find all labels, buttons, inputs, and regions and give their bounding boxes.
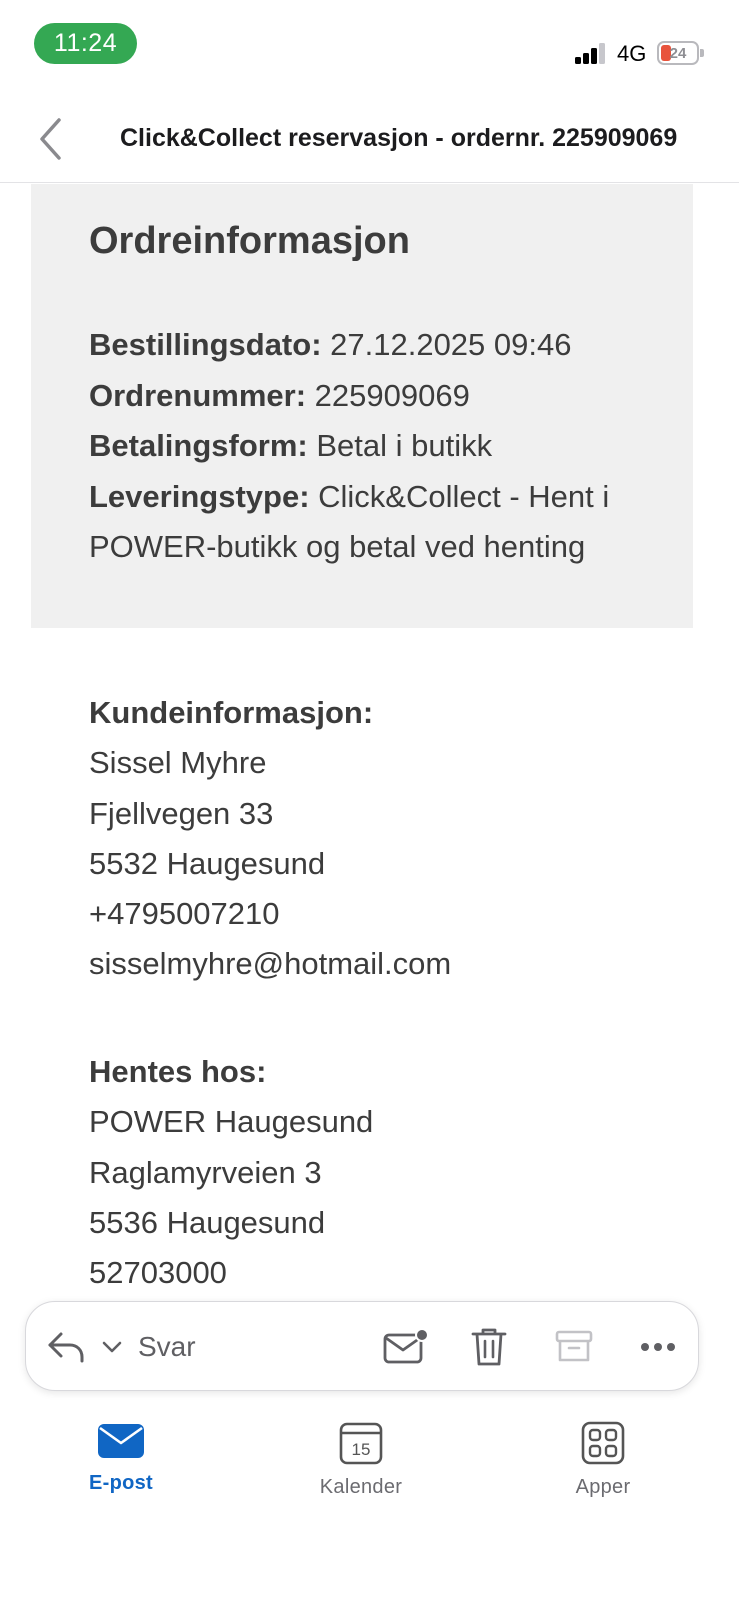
mail-unread-icon: [383, 1328, 428, 1364]
message-header: Click&Collect reservasjon - ordernr. 225…: [0, 90, 739, 183]
tab-apps-label: Apper: [575, 1476, 631, 1498]
tab-calendar[interactable]: 15 Kalender: [291, 1420, 431, 1499]
signal-icon: [575, 42, 607, 64]
calendar-icon: 15: [339, 1422, 383, 1465]
pickup-street: Raglamyrveien 3: [89, 1154, 322, 1190]
pickup-postal: 5536 Haugesund: [89, 1204, 326, 1240]
order-number-row: Ordrenummer: 225909069: [89, 377, 470, 413]
order-info-fields: Bestillingsdato: 27.12.2025 09:46 Ordren…: [89, 320, 659, 573]
pickup-info: Hentes hos: POWER Haugesund Raglamyrveie…: [89, 1047, 689, 1298]
status-time: 11:24: [34, 23, 137, 64]
archive-button[interactable]: [551, 1322, 597, 1372]
status-bar: 11:24 4G 24: [0, 0, 739, 90]
tab-mail[interactable]: E-post: [51, 1420, 191, 1495]
apps-icon: [581, 1421, 625, 1465]
order-date-row: Bestillingsdato: 27.12.2025 09:46: [89, 327, 572, 362]
archive-icon: [555, 1330, 593, 1362]
payment-method-row: Betalingsform: Betal i butikk: [89, 428, 493, 463]
battery-level: 24: [669, 44, 687, 62]
tab-mail-label: E-post: [88, 1472, 154, 1494]
more-options-button[interactable]: [635, 1322, 681, 1372]
pickup-heading: Hentes hos:: [89, 1054, 267, 1089]
order-info-title: Ordreinformasjon: [89, 220, 410, 262]
trash-icon: [471, 1328, 507, 1366]
tab-apps[interactable]: Apper: [533, 1420, 673, 1499]
tab-bar: E-post 15 Kalender Apper: [0, 1400, 739, 1600]
mark-unread-button[interactable]: [382, 1322, 428, 1372]
customer-info-heading: Kundeinformasjon:: [89, 695, 374, 730]
delete-button[interactable]: [466, 1322, 512, 1372]
back-button[interactable]: [30, 115, 70, 163]
customer-postal: 5532 Haugesund: [89, 845, 326, 881]
delivery-type-row: Leveringstype: Click&Collect - Hent i: [89, 478, 610, 514]
chevron-left-icon: [40, 118, 61, 160]
chevron-down-icon[interactable]: [100, 1339, 124, 1355]
reply-label: Svar: [138, 1331, 196, 1362]
tab-calendar-label: Kalender: [319, 1476, 403, 1498]
pickup-store: POWER Haugesund: [89, 1104, 374, 1140]
battery-icon: 24: [657, 41, 699, 65]
customer-street: Fjellvegen 33: [89, 795, 274, 831]
delivery-type-continuation: POWER-butikk og betal ved henting: [89, 529, 586, 564]
battery-cap: [700, 49, 704, 57]
mail-icon: [98, 1424, 144, 1458]
reply-button[interactable]: Svar: [46, 1322, 196, 1372]
customer-name: Sissel Myhre: [89, 745, 267, 781]
customer-email[interactable]: sisselmyhre@hotmail.com: [89, 939, 689, 989]
more-icon: [641, 1343, 675, 1351]
calendar-day: 15: [352, 1440, 371, 1459]
message-action-bar: Svar: [25, 1301, 699, 1391]
pickup-phone[interactable]: 52703000: [89, 1248, 689, 1298]
network-type: 4G: [617, 41, 647, 66]
customer-phone[interactable]: +4795007210: [89, 889, 689, 939]
customer-info: Kundeinformasjon: Sissel Myhre Fjellvege…: [89, 688, 689, 990]
message-subject: Click&Collect reservasjon - ordernr. 225…: [120, 124, 678, 152]
reply-icon: [48, 1332, 84, 1363]
